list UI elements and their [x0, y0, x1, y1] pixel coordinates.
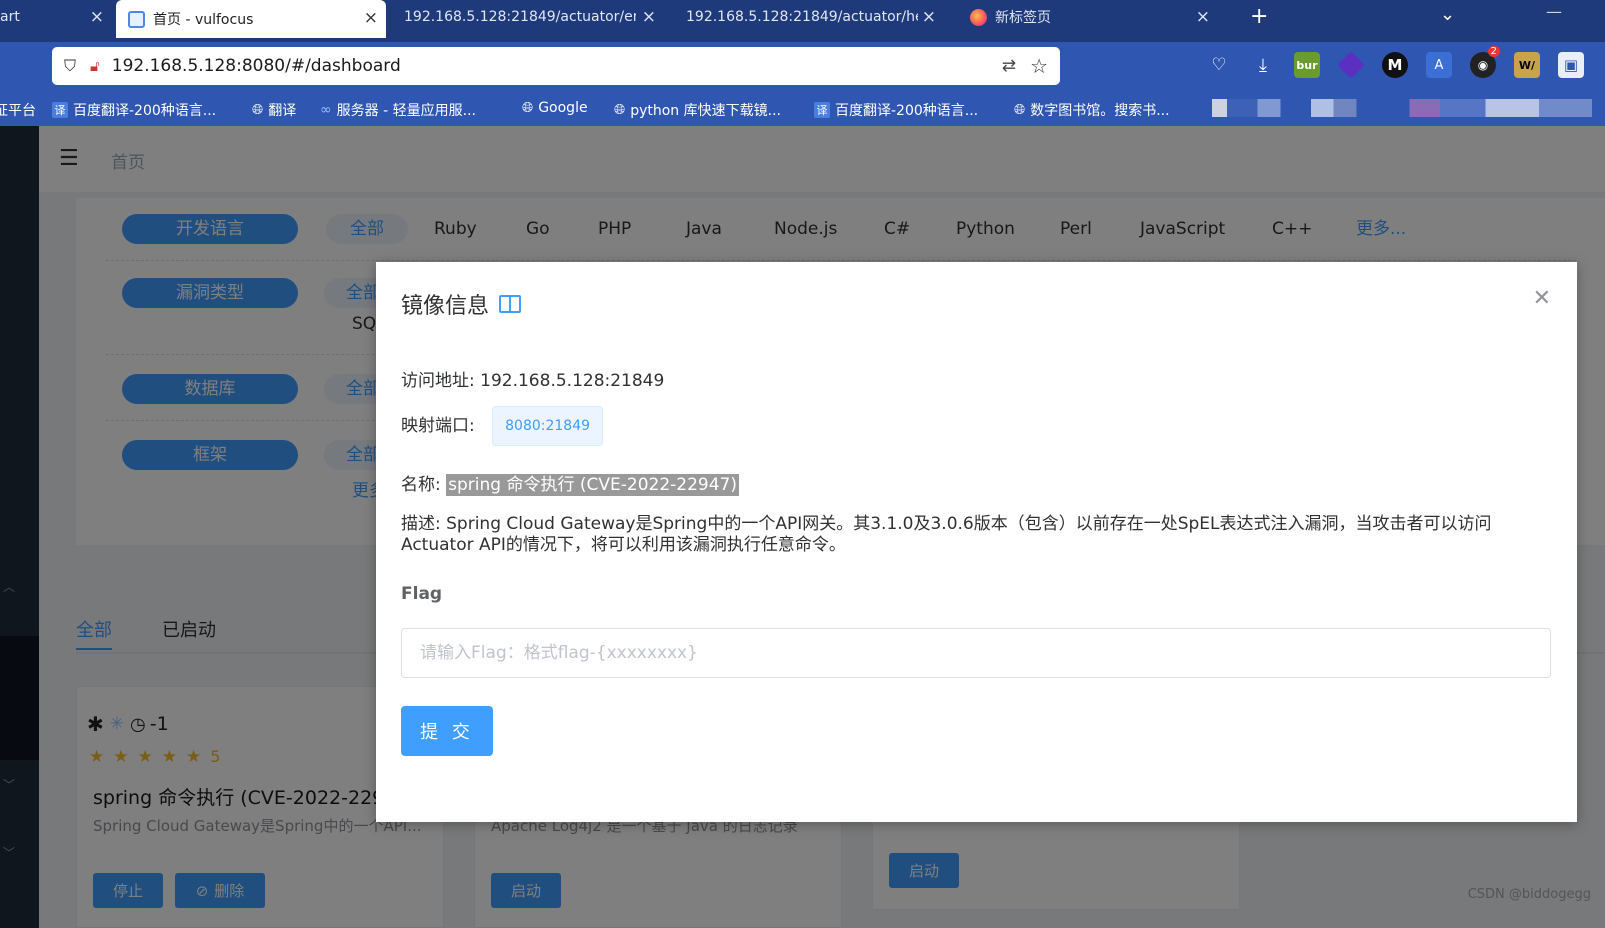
- access-address-value: 192.168.5.128:21849: [480, 371, 665, 391]
- translate-extension-icon[interactable]: A: [1426, 52, 1452, 78]
- counter-extension-icon[interactable]: 2 ◉: [1470, 46, 1500, 78]
- close-icon[interactable]: ×: [1196, 7, 1210, 27]
- bookmarks-bar: 证平台 译百度翻译-200种语言... 🌐︎ 翻译 ∞ 服务器 - 轻量应用服...…: [0, 91, 1605, 126]
- bookmark-item[interactable]: 🌐︎ 翻译: [252, 100, 296, 120]
- browser-tab[interactable]: art ×: [0, 0, 112, 34]
- browser-tab-title: 新标签页: [995, 10, 1051, 26]
- browser-navbar: ⛉ 🔓︎ 192.168.5.128:8080/#/dashboard ⇄ ☆ …: [0, 42, 1605, 91]
- close-icon[interactable]: ×: [642, 7, 656, 27]
- browser-tab-bar: art × 首页 - vulfocus × 192.168.5.128:2184…: [0, 0, 1605, 42]
- globe-icon: 🌐︎: [614, 102, 626, 118]
- submit-button[interactable]: 提 交: [401, 706, 493, 756]
- browser-tab[interactable]: 192.168.5.128:21849/actuator/en ×: [392, 0, 664, 34]
- globe-icon: 🌐︎: [522, 100, 534, 116]
- description-label: 描述:: [401, 514, 447, 534]
- extension-badge: 2: [1487, 46, 1500, 57]
- port-tag: 8080:21849: [492, 406, 604, 446]
- blurred-bookmarks: [1212, 99, 1592, 117]
- browser-tab-title: art: [0, 9, 20, 25]
- access-address-row: 访问地址: 192.168.5.128:21849: [401, 366, 664, 391]
- globe-icon: 🌐︎: [1014, 102, 1026, 118]
- baidu-translate-icon: 译: [52, 102, 68, 118]
- bookmark-item[interactable]: 译百度翻译-200种语言...: [52, 100, 216, 120]
- globe-icon: 🌐︎: [252, 102, 264, 118]
- name-value: spring 命令执行 (CVE-2022-22947): [446, 474, 739, 496]
- bookmark-label: 百度翻译-200种语言...: [73, 103, 217, 119]
- bookmark-item[interactable]: 🌐︎ python 库快速下载镜...: [614, 100, 781, 120]
- bookmark-label: Google: [538, 100, 588, 116]
- bookmark-label: 证平台: [0, 103, 36, 119]
- address-bar[interactable]: ⛉ 🔓︎ 192.168.5.128:8080/#/dashboard ⇄ ☆: [52, 47, 1060, 85]
- description-row: 描述: Spring Cloud Gateway是Spring中的一个API网关…: [401, 514, 1551, 556]
- watermark: CSDN @biddogegg: [1467, 887, 1591, 902]
- bookmark-item[interactable]: 🌐︎ Google: [522, 100, 588, 116]
- bookmark-item[interactable]: 译百度翻译-200种语言...: [814, 100, 978, 120]
- screenshot-extension-icon[interactable]: ▣: [1558, 52, 1584, 78]
- shield-icon[interactable]: ⛉: [64, 56, 76, 76]
- bookmark-label: 百度翻译-200种语言...: [835, 103, 979, 119]
- close-icon[interactable]: ✕: [1533, 286, 1551, 311]
- browser-tab-title: 首页 - vulfocus: [153, 12, 254, 28]
- vulfocus-shield-icon: [128, 10, 145, 28]
- url-text[interactable]: 192.168.5.128:8080/#/dashboard: [112, 56, 401, 76]
- burp-extension-label: bur: [1296, 58, 1318, 72]
- minimize-icon[interactable]: —: [1546, 2, 1562, 21]
- insecure-lock-icon[interactable]: 🔓︎: [90, 57, 100, 75]
- m-extension-icon[interactable]: M: [1382, 52, 1408, 78]
- bookmark-label: 翻译: [268, 103, 297, 119]
- flag-input[interactable]: [401, 628, 1551, 678]
- description-value: Spring Cloud Gateway是Spring中的一个API网关。其3.…: [401, 514, 1492, 555]
- bookmark-item[interactable]: ∞ 服务器 - 轻量应用服...: [320, 100, 476, 120]
- wappalyzer-extension-label: W/: [1518, 58, 1536, 72]
- close-icon[interactable]: ×: [922, 7, 936, 27]
- bookmark-item[interactable]: 🌐︎ 数字图书馆。搜索书...: [1014, 100, 1170, 120]
- close-icon[interactable]: ×: [90, 7, 104, 27]
- name-row: 名称: spring 命令执行 (CVE-2022-22947): [401, 470, 739, 496]
- browser-tab[interactable]: 192.168.5.128:21849/actuator/he ×: [674, 0, 944, 34]
- name-label: 名称:: [401, 475, 447, 495]
- dialog-title-text: 镜像信息: [401, 294, 490, 319]
- bookmark-label: 服务器 - 轻量应用服...: [336, 103, 476, 119]
- chevron-down-icon[interactable]: ⌄: [1440, 4, 1455, 25]
- new-tab-button[interactable]: +: [1250, 4, 1268, 29]
- browser-tab[interactable]: 新标签页 ×: [958, 0, 1218, 34]
- wappalyzer-extension-icon[interactable]: W/: [1514, 52, 1540, 78]
- pocket-icon[interactable]: ♡: [1206, 52, 1232, 78]
- bookmark-item[interactable]: 证平台: [0, 100, 36, 120]
- mapped-port-label: 映射端口:: [401, 416, 481, 436]
- bookmark-label: 数字图书馆。搜索书...: [1030, 103, 1170, 119]
- translate-icon[interactable]: ⇄: [1002, 56, 1016, 76]
- image-info-dialog: 镜像信息 ✕ 访问地址: 192.168.5.128:21849 映射端口: 8…: [376, 262, 1577, 822]
- firefox-icon: [970, 8, 987, 26]
- book-icon[interactable]: [499, 295, 522, 313]
- baidu-translate-icon: 译: [814, 102, 830, 118]
- burp-extension-icon[interactable]: bur: [1294, 52, 1320, 78]
- cloud-icon: ∞: [320, 102, 332, 118]
- access-address-label: 访问地址:: [401, 371, 481, 391]
- browser-tab-title: 192.168.5.128:21849/actuator/he: [686, 9, 918, 25]
- download-icon[interactable]: ⤓: [1250, 52, 1276, 78]
- close-icon[interactable]: ×: [364, 8, 378, 28]
- browser-tab-title: 192.168.5.128:21849/actuator/en: [404, 9, 636, 25]
- bookmark-star-icon[interactable]: ☆: [1030, 54, 1048, 78]
- mapped-port-row: 映射端口: 8080:21849: [401, 406, 604, 446]
- bookmark-label: python 库快速下载镜...: [630, 103, 781, 119]
- dialog-title: 镜像信息: [401, 288, 522, 320]
- browser-tab-active[interactable]: 首页 - vulfocus ×: [116, 0, 386, 38]
- flag-label: Flag: [401, 584, 443, 604]
- layers-extension-icon[interactable]: [1337, 51, 1365, 79]
